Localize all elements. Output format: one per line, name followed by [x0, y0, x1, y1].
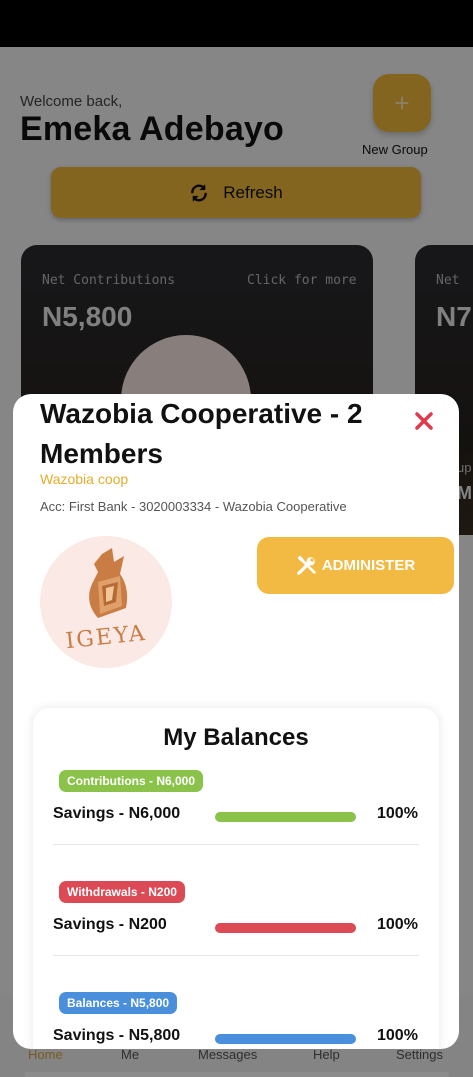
withdrawals-badge: Withdrawals - N200: [59, 881, 185, 903]
close-button[interactable]: [411, 408, 437, 434]
progress-fill: [215, 923, 356, 933]
tools-icon: [296, 555, 316, 575]
contributions-badge: Contributions - N6,000: [59, 770, 204, 792]
account-info: Acc: First Bank - 3020003334 - Wazobia C…: [40, 499, 347, 514]
balance-row: Withdrawals - N200 Savings - N200 100%: [33, 881, 439, 981]
group-title: Wazobia Cooperative - 2 Members: [40, 398, 363, 469]
divider: [53, 955, 419, 956]
progress-bar: [215, 812, 356, 822]
progress-percent: 100%: [377, 1027, 418, 1044]
balances-card: My Balances Contributions - N6,000 Savin…: [33, 708, 439, 1049]
status-bar: [0, 0, 473, 47]
group-subtitle: Wazobia coop: [40, 471, 129, 487]
progress-bar: [215, 923, 356, 933]
group-details-modal: Wazobia Cooperative - 2 Members Wazobia …: [13, 394, 459, 1049]
progress-fill: [215, 1034, 356, 1044]
balance-label: Savings - N5,800: [53, 1027, 181, 1044]
balance-row: Contributions - N6,000 Savings - N6,000 …: [33, 770, 439, 870]
close-icon: [415, 412, 433, 430]
progress-bar: [215, 1034, 356, 1044]
balance-label: Savings - N200: [53, 916, 167, 933]
balances-title: My Balances: [163, 724, 309, 751]
group-logo: IGEYA: [40, 536, 172, 668]
divider: [53, 844, 419, 845]
progress-percent: 100%: [377, 805, 418, 822]
balance-row: Balances - N5,800 Savings - N5,800 100%: [33, 992, 439, 1049]
administer-label: ADMINISTER: [321, 557, 416, 574]
svg-text:IGEYA: IGEYA: [65, 621, 148, 654]
balance-label: Savings - N6,000: [53, 805, 181, 822]
balances-badge: Balances - N5,800: [59, 992, 178, 1014]
administer-button[interactable]: ADMINISTER: [257, 537, 454, 594]
progress-fill: [215, 812, 356, 822]
igeya-logo-graphic: IGEYA: [65, 548, 148, 654]
progress-percent: 100%: [377, 916, 418, 933]
